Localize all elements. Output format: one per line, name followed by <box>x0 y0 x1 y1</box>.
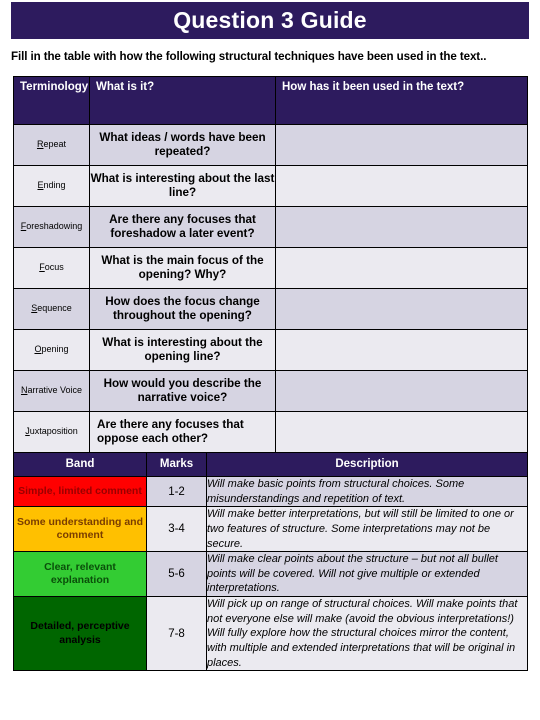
question-cell: What is the main focus of the opening? W… <box>89 247 276 289</box>
header-how-used: How has it been used in the text? <box>275 76 528 125</box>
question-cell: What is interesting about the last line? <box>89 165 276 207</box>
header-description: Description <box>206 452 528 477</box>
band-marks: 1-2 <box>146 475 207 508</box>
band-label: Detailed, perceptive analysis <box>13 595 147 672</box>
question-cell: How does the focus change throughout the… <box>89 288 276 330</box>
terminology-rest: arrative Voice <box>27 385 83 396</box>
terminology-label: Sequence <box>13 288 90 330</box>
mark-scheme-table: Band Marks Description Simple, limited c… <box>13 452 528 672</box>
answer-cell[interactable] <box>275 370 528 412</box>
band-description: Will make clear points about the structu… <box>206 551 528 597</box>
answer-cell[interactable] <box>275 124 528 166</box>
table-row: Sequence How does the focus change throug… <box>13 288 528 330</box>
band-description: Will make better interpretations, but wi… <box>206 506 528 553</box>
table-row: Foreshadowing Are there any focuses that … <box>13 206 528 248</box>
table-row: Juxtaposition Are there any focuses that … <box>13 411 528 453</box>
table-row: Opening What is interesting about the ope… <box>13 329 528 371</box>
band-marks: 3-4 <box>146 506 207 553</box>
answer-cell[interactable] <box>275 165 528 207</box>
bands-header-row: Band Marks Description <box>13 452 528 477</box>
header-band: Band <box>13 452 147 477</box>
band-row: Simple, limited comment 1-2 Will make basi… <box>13 475 528 508</box>
band-marks: 7-8 <box>146 595 207 672</box>
header-what-is-it: What is it? <box>89 76 276 125</box>
answer-cell[interactable] <box>275 247 528 289</box>
table-row: Focus What is the main focus of the openi… <box>13 247 528 289</box>
band-marks: 5-6 <box>146 551 207 597</box>
terminology-label: Opening <box>13 329 90 371</box>
terminology-label: Juxtaposition <box>13 411 90 453</box>
slide-page: Question 3 Guide Fill in the table with … <box>0 0 540 720</box>
band-row: Clear, relevant explanation 5-6 Will make … <box>13 551 528 597</box>
terminology-label: Repeat <box>13 124 90 166</box>
question-cell: Are there any focuses that foreshadow a … <box>89 206 276 248</box>
terminology-rest: pening <box>41 344 69 355</box>
table-row: Ending What is interesting about the last… <box>13 165 528 207</box>
table-row: Repeat What ideas / words have been repea… <box>13 124 528 166</box>
question-cell: Are there any focuses that oppose each o… <box>89 411 276 453</box>
answer-cell[interactable] <box>275 411 528 453</box>
band-row: Detailed, perceptive analysis 7-8 Will pic… <box>13 595 528 672</box>
band-row: Some understanding and comment 3-4 Will ma… <box>13 506 528 553</box>
terminology-label: Foreshadowing <box>13 206 90 248</box>
question-cell: What ideas / words have been repeated? <box>89 124 276 166</box>
header-marks: Marks <box>146 452 207 477</box>
answer-cell[interactable] <box>275 206 528 248</box>
instruction-text: Fill in the table with how the following… <box>11 50 487 63</box>
answer-cell[interactable] <box>275 288 528 330</box>
table-row: Narrative Voice How would you describe th… <box>13 370 528 412</box>
band-description: Will make basic points from structural c… <box>206 475 528 508</box>
terminology-rest: uxtaposition <box>29 426 78 437</box>
terminology-rest: epeat <box>43 139 67 150</box>
terminology-rest: ocus <box>44 262 64 273</box>
terminology-table: Terminology What is it? How has it been … <box>13 76 528 453</box>
page-title: Question 3 Guide <box>173 7 367 33</box>
terminology-rest: nding <box>43 180 66 191</box>
title-bar: Question 3 Guide <box>11 2 529 39</box>
question-cell: What is interesting about the opening li… <box>89 329 276 371</box>
terminology-header-row: Terminology What is it? How has it been … <box>13 76 528 125</box>
band-label: Simple, limited comment <box>13 475 147 508</box>
question-cell: How would you describe the narrative voi… <box>89 370 276 412</box>
band-label: Clear, relevant explanation <box>13 551 147 597</box>
header-terminology: Terminology <box>13 76 90 125</box>
band-description: Will pick up on range of structural choi… <box>206 595 528 672</box>
terminology-label: Focus <box>13 247 90 289</box>
terminology-rest: equence <box>37 303 72 314</box>
terminology-rest: oreshadowing <box>26 221 83 232</box>
terminology-label: Ending <box>13 165 90 207</box>
terminology-label: Narrative Voice <box>13 370 90 412</box>
answer-cell[interactable] <box>275 329 528 371</box>
band-label: Some understanding and comment <box>13 506 147 553</box>
